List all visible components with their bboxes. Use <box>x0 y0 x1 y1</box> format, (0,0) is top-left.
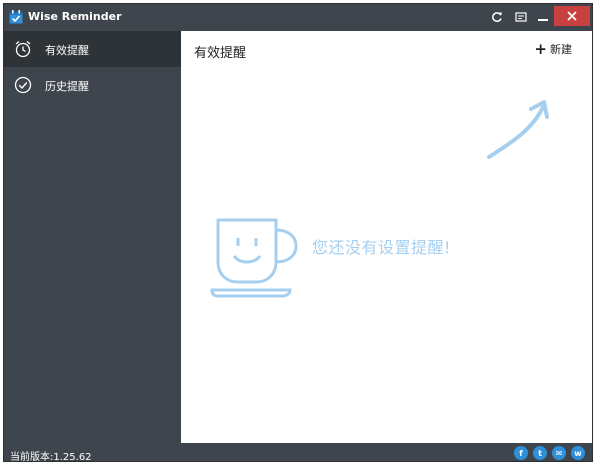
facebook-icon[interactable]: f <box>514 446 528 460</box>
new-reminder-label: 新建 <box>550 43 572 56</box>
mail-icon[interactable]: ✉ <box>552 446 566 460</box>
title-bar[interactable]: Wise Reminder <box>4 4 592 31</box>
settings-icon <box>515 12 527 22</box>
sidebar-item-active-reminders[interactable]: 有效提醒 <box>4 31 181 67</box>
sidebar: 有效提醒 历史提醒 <box>4 31 181 441</box>
status-bar: 当前版本:1.25.62 f t ✉ w <box>4 443 592 462</box>
close-button[interactable] <box>554 6 590 26</box>
plus-icon: + <box>534 40 547 58</box>
settings-button[interactable] <box>512 7 530 27</box>
new-reminder-button[interactable]: + 新建 <box>534 41 572 57</box>
main-content: 有效提醒 + 新建 您还没有设置提醒! <box>181 31 592 443</box>
sidebar-item-label: 有效提醒 <box>45 44 89 57</box>
weibo-icon[interactable]: w <box>571 446 585 460</box>
refresh-icon <box>492 12 502 23</box>
alarm-clock-icon <box>15 41 31 58</box>
check-circle-icon <box>14 76 32 94</box>
empty-state-message: 您还没有设置提醒! <box>312 238 451 257</box>
curved-arrow-icon <box>487 100 549 159</box>
minimize-icon <box>538 19 548 21</box>
minimize-button[interactable] <box>534 7 552 27</box>
sidebar-item-label: 历史提醒 <box>45 80 89 93</box>
sidebar-item-history-reminders[interactable]: 历史提醒 <box>4 67 181 103</box>
page-title: 有效提醒 <box>194 46 247 61</box>
calendar-check-icon <box>9 10 23 24</box>
coffee-cup-smile-icon <box>210 218 298 298</box>
version-label: 当前版本:1.25.62 <box>10 452 92 462</box>
app-window: Wise Reminder 有效提醒 历史提醒 有效提醒 + 新建 您还没有设置… <box>3 3 593 462</box>
window-title: Wise Reminder <box>28 10 122 23</box>
twitter-icon[interactable]: t <box>533 446 547 460</box>
close-icon <box>567 11 577 21</box>
refresh-button[interactable] <box>488 7 506 27</box>
